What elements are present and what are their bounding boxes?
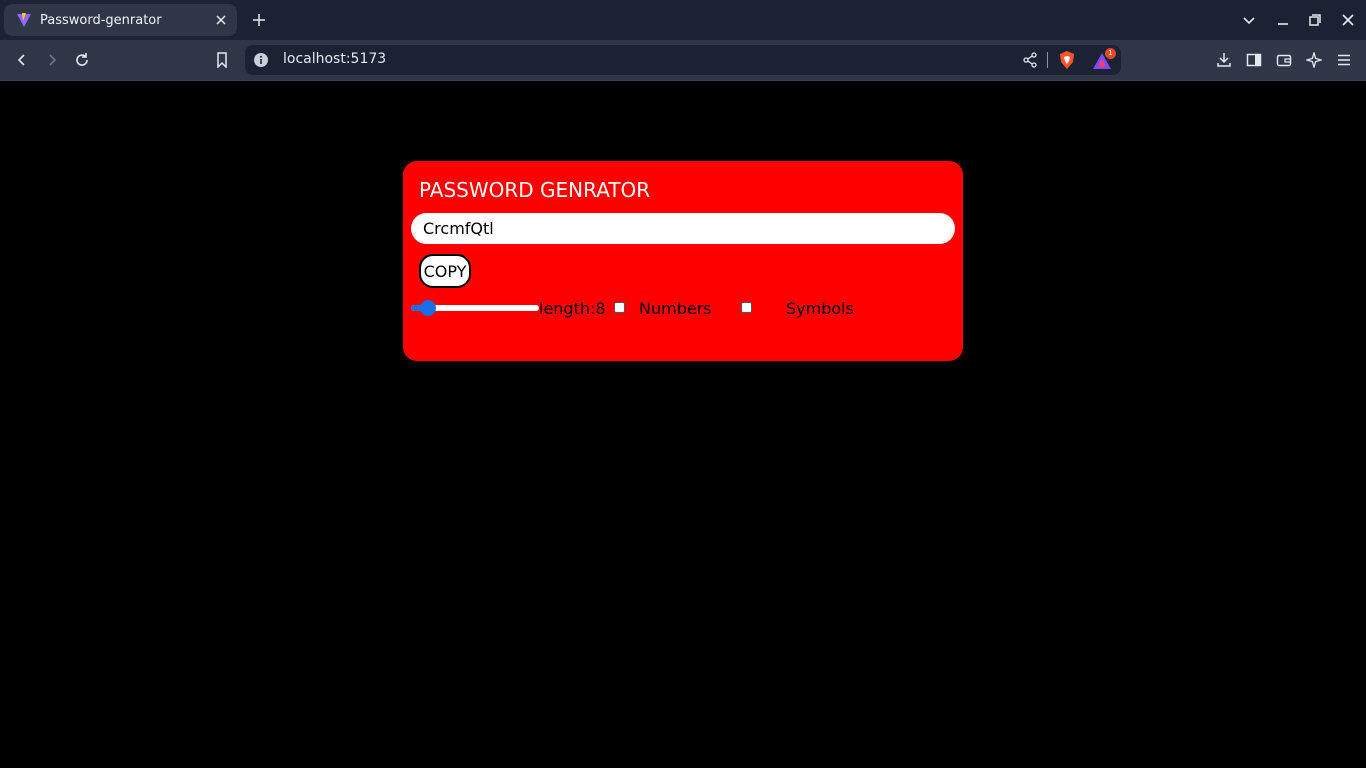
close-tab-icon[interactable]	[209, 8, 233, 32]
url-text[interactable]: localhost:5173	[283, 51, 386, 67]
numbers-checkbox[interactable]	[614, 302, 625, 313]
brave-shields-icon[interactable]	[1057, 50, 1077, 70]
length-label: length:8	[539, 299, 606, 318]
slider-thumb[interactable]	[420, 300, 436, 316]
reload-icon[interactable]	[69, 47, 95, 73]
wallet-icon[interactable]	[1271, 47, 1297, 73]
vite-logo-icon	[16, 12, 32, 28]
address-bar-divider	[1047, 52, 1048, 68]
browser-tab-bar: Password-genrator	[0, 0, 1366, 40]
restore-icon[interactable]	[1303, 8, 1327, 32]
minimize-icon[interactable]	[1271, 8, 1295, 32]
address-bar[interactable]: localhost:5173 1	[245, 45, 1121, 75]
new-tab-icon[interactable]	[247, 8, 271, 32]
rewards-badge: 1	[1105, 48, 1116, 59]
page-title: PASSWORD GENRATOR	[419, 178, 651, 202]
password-generator-card: PASSWORD GENRATOR COPY length:8 Numbers …	[403, 161, 963, 361]
brave-rewards-icon[interactable]: 1	[1091, 48, 1116, 72]
share-icon[interactable]	[1021, 51, 1039, 69]
back-icon[interactable]	[9, 47, 35, 73]
symbols-checkbox[interactable]	[741, 302, 752, 313]
close-window-icon[interactable]	[1336, 8, 1360, 32]
symbols-label: Symbols	[786, 299, 854, 318]
site-info-icon[interactable]	[253, 52, 269, 68]
numbers-label: Numbers	[639, 299, 712, 318]
length-slider[interactable]	[411, 300, 539, 316]
browser-toolbar: localhost:5173 1	[0, 40, 1366, 81]
browser-tab[interactable]: Password-genrator	[4, 4, 237, 36]
bookmark-icon[interactable]	[209, 47, 235, 73]
menu-icon[interactable]	[1331, 47, 1357, 73]
tab-search-chevron-icon[interactable]	[1237, 8, 1261, 32]
downloads-icon[interactable]	[1211, 47, 1237, 73]
password-output-field[interactable]	[411, 213, 955, 244]
copy-button[interactable]: COPY	[419, 254, 471, 288]
sidebar-icon[interactable]	[1241, 47, 1267, 73]
forward-icon[interactable]	[39, 47, 65, 73]
leo-ai-icon[interactable]	[1301, 47, 1327, 73]
tab-title: Password-genrator	[40, 12, 162, 28]
